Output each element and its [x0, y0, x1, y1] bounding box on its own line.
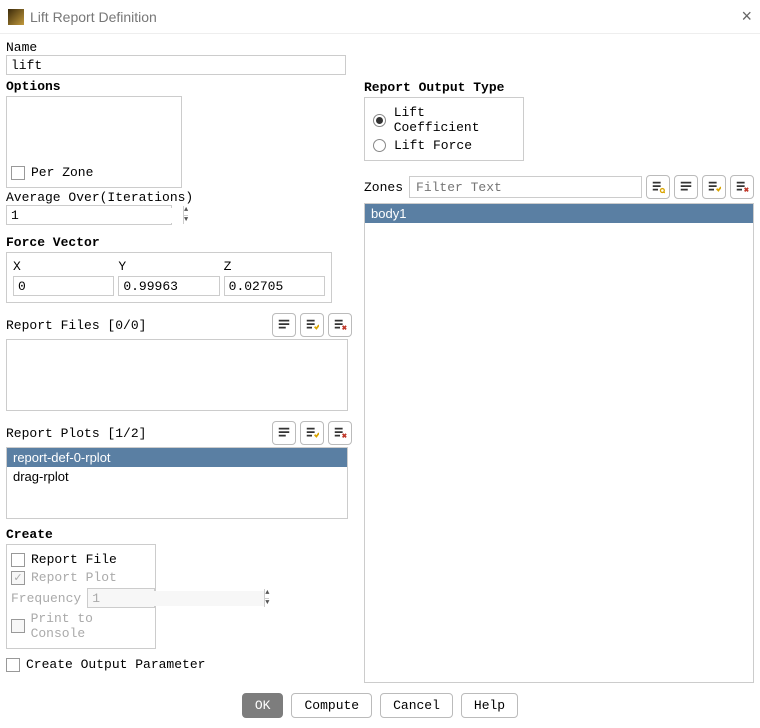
- name-input[interactable]: [6, 55, 346, 75]
- zones-list[interactable]: body1: [364, 203, 754, 683]
- force-x-input[interactable]: [13, 276, 114, 296]
- force-y-input[interactable]: [118, 276, 219, 296]
- frequency-input[interactable]: [88, 591, 264, 606]
- frequency-label: Frequency: [11, 591, 81, 606]
- zones-deselect-all-icon[interactable]: [730, 175, 754, 199]
- create-output-param-checkbox[interactable]: [6, 658, 20, 672]
- zones-label: Zones: [364, 180, 403, 195]
- help-button[interactable]: Help: [461, 693, 518, 718]
- close-icon[interactable]: ×: [741, 6, 752, 27]
- lift-coefficient-radio[interactable]: [373, 114, 386, 127]
- cancel-button[interactable]: Cancel: [380, 693, 453, 718]
- create-box: Report File ✓ Report Plot Frequency ▲ ▼ …: [6, 544, 156, 649]
- print-console-label: Print to Console: [31, 611, 151, 641]
- report-file-checkbox[interactable]: [11, 553, 25, 567]
- options-box: Per Zone: [6, 96, 182, 188]
- avg-over-input[interactable]: [7, 208, 183, 223]
- print-console-checkbox[interactable]: [11, 619, 25, 633]
- report-plots-deselect-all-icon[interactable]: [328, 421, 352, 445]
- force-vector-box: X Y Z: [6, 252, 332, 303]
- force-z-input[interactable]: [224, 276, 325, 296]
- report-files-select-all-icon[interactable]: [300, 313, 324, 337]
- output-type-title: Report Output Type: [364, 80, 504, 95]
- freq-down[interactable]: ▼: [265, 599, 269, 608]
- zones-filter-input[interactable]: [409, 176, 642, 198]
- report-plots-select-all-icon[interactable]: [300, 421, 324, 445]
- report-files-list-icon[interactable]: [272, 313, 296, 337]
- list-item[interactable]: body1: [365, 204, 753, 223]
- avg-over-up[interactable]: ▲: [184, 206, 188, 216]
- ok-button[interactable]: OK: [242, 693, 284, 718]
- per-zone-checkbox[interactable]: [11, 166, 25, 180]
- frequency-spinner[interactable]: ▲ ▼: [87, 588, 155, 608]
- force-z-label: Z: [224, 259, 325, 274]
- avg-over-spinner[interactable]: ▲ ▼: [6, 205, 172, 225]
- list-item[interactable]: drag-rplot: [7, 467, 347, 486]
- freq-up[interactable]: ▲: [265, 589, 269, 599]
- lift-force-radio[interactable]: [373, 139, 386, 152]
- report-files-deselect-all-icon[interactable]: [328, 313, 352, 337]
- report-files-list[interactable]: [6, 339, 348, 411]
- report-files-label: Report Files [0/0]: [6, 318, 268, 333]
- create-title: Create: [6, 527, 53, 542]
- lift-coefficient-label: Lift Coefficient: [394, 105, 515, 135]
- name-label: Name: [6, 40, 352, 55]
- avg-over-down[interactable]: ▼: [184, 216, 188, 225]
- output-type-box: Lift Coefficient Lift Force: [364, 97, 524, 161]
- zones-select-all-icon[interactable]: [702, 175, 726, 199]
- lift-force-label: Lift Force: [394, 138, 472, 153]
- avg-over-label: Average Over(Iterations): [6, 190, 352, 205]
- report-plots-label: Report Plots [1/2]: [6, 426, 268, 441]
- report-plot-label: Report Plot: [31, 570, 117, 585]
- force-y-label: Y: [118, 259, 219, 274]
- window-title: Lift Report Definition: [30, 9, 741, 25]
- report-plot-checkbox[interactable]: ✓: [11, 571, 25, 585]
- report-plots-list[interactable]: report-def-0-rplotdrag-rplot: [6, 447, 348, 519]
- per-zone-label: Per Zone: [31, 165, 93, 180]
- zones-filter-icon[interactable]: [646, 175, 670, 199]
- report-file-label: Report File: [31, 552, 117, 567]
- create-output-param-label: Create Output Parameter: [26, 657, 205, 672]
- app-icon: [8, 9, 24, 25]
- zones-list-icon[interactable]: [674, 175, 698, 199]
- force-vector-title: Force Vector: [6, 235, 100, 250]
- compute-button[interactable]: Compute: [291, 693, 372, 718]
- list-item[interactable]: report-def-0-rplot: [7, 448, 347, 467]
- options-title: Options: [6, 79, 61, 94]
- report-plots-list-icon[interactable]: [272, 421, 296, 445]
- force-x-label: X: [13, 259, 114, 274]
